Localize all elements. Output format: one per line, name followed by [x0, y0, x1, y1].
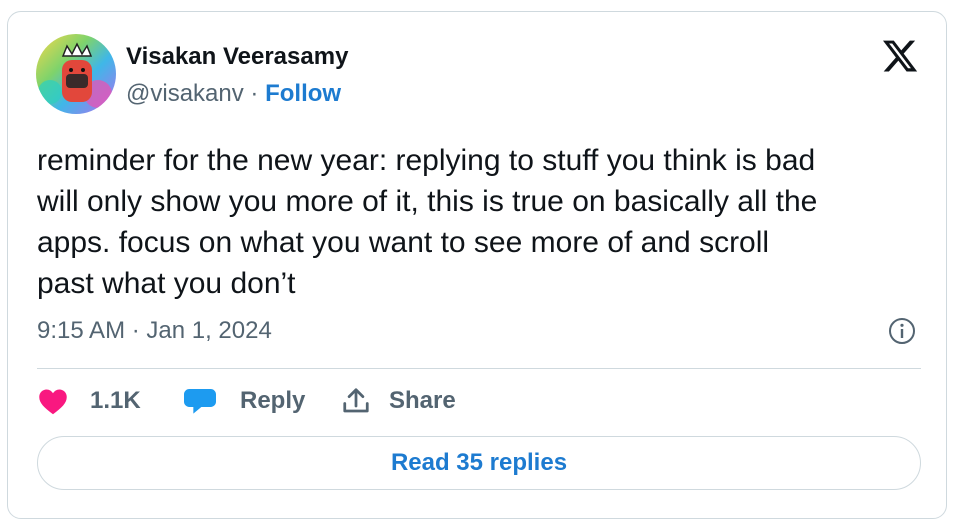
- like-button[interactable]: 1.1K: [38, 384, 141, 418]
- avatar-image: [36, 34, 116, 114]
- reply-button[interactable]: Reply: [184, 384, 305, 418]
- share-label: Share: [389, 387, 456, 414]
- tweet-card: Visakan Veerasamy @visakanv · Follow rem…: [7, 11, 947, 519]
- author-handle[interactable]: @visakanv: [126, 80, 244, 107]
- tweet-text-line: reminder for the new year: replying to s…: [37, 144, 816, 177]
- handle-separator: ·: [250, 80, 259, 107]
- follow-link[interactable]: Follow: [265, 80, 341, 107]
- speech-bubble-icon: [184, 389, 216, 414]
- handle-row: @visakanv · Follow: [126, 80, 341, 108]
- tweet-text-line: past what you don’t: [37, 267, 296, 300]
- info-icon[interactable]: [888, 317, 916, 345]
- author-name[interactable]: Visakan Veerasamy: [126, 43, 348, 71]
- share-upload-icon: [343, 388, 369, 413]
- share-button[interactable]: Share: [341, 384, 456, 418]
- divider: [37, 368, 921, 369]
- reply-label: Reply: [240, 387, 306, 414]
- tweet-text: reminder for the new year: replying to s…: [37, 140, 927, 304]
- x-logo-icon[interactable]: [880, 37, 920, 75]
- heart-icon: [39, 389, 67, 415]
- like-count: 1.1K: [90, 387, 141, 414]
- tweet-timestamp[interactable]: 9:15 AM · Jan 1, 2024: [37, 317, 272, 345]
- tweet-text-line: apps. focus on what you want to see more…: [37, 226, 770, 259]
- tweet-text-line: will only show you more of it, this is t…: [37, 185, 818, 218]
- avatar[interactable]: [36, 34, 116, 114]
- read-replies-label: Read 35 replies: [390, 449, 568, 476]
- read-replies-button[interactable]: Read 35 replies: [37, 436, 921, 490]
